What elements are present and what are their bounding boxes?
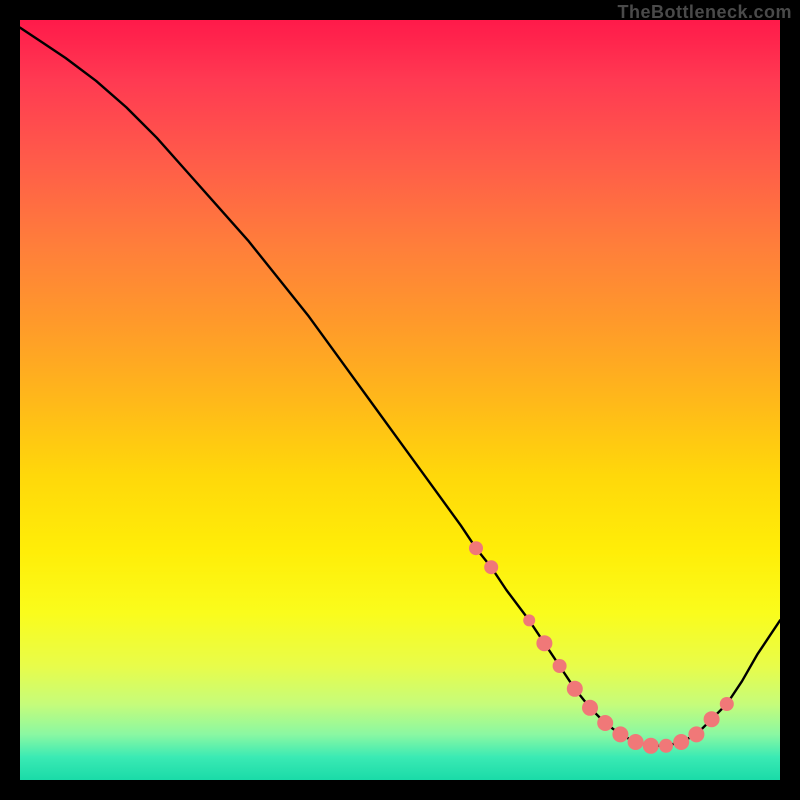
optimum-marker <box>720 697 734 711</box>
chart-container: TheBottleneck.com <box>0 0 800 800</box>
chart-svg <box>20 20 780 780</box>
optimum-marker <box>659 739 673 753</box>
optimum-marker <box>553 659 567 673</box>
optimum-marker <box>523 614 535 626</box>
optimum-marker <box>612 726 628 742</box>
plot-area <box>20 20 780 780</box>
bottleneck-curve-line <box>20 28 780 746</box>
optimum-marker <box>673 734 689 750</box>
optimum-markers-group <box>469 541 734 754</box>
optimum-marker <box>597 715 613 731</box>
optimum-marker <box>704 711 720 727</box>
optimum-marker <box>536 635 552 651</box>
optimum-marker <box>484 560 498 574</box>
optimum-marker <box>643 738 659 754</box>
optimum-marker <box>567 681 583 697</box>
optimum-marker <box>628 734 644 750</box>
optimum-marker <box>688 726 704 742</box>
optimum-marker <box>582 700 598 716</box>
watermark-text: TheBottleneck.com <box>617 2 792 23</box>
optimum-marker <box>469 541 483 555</box>
